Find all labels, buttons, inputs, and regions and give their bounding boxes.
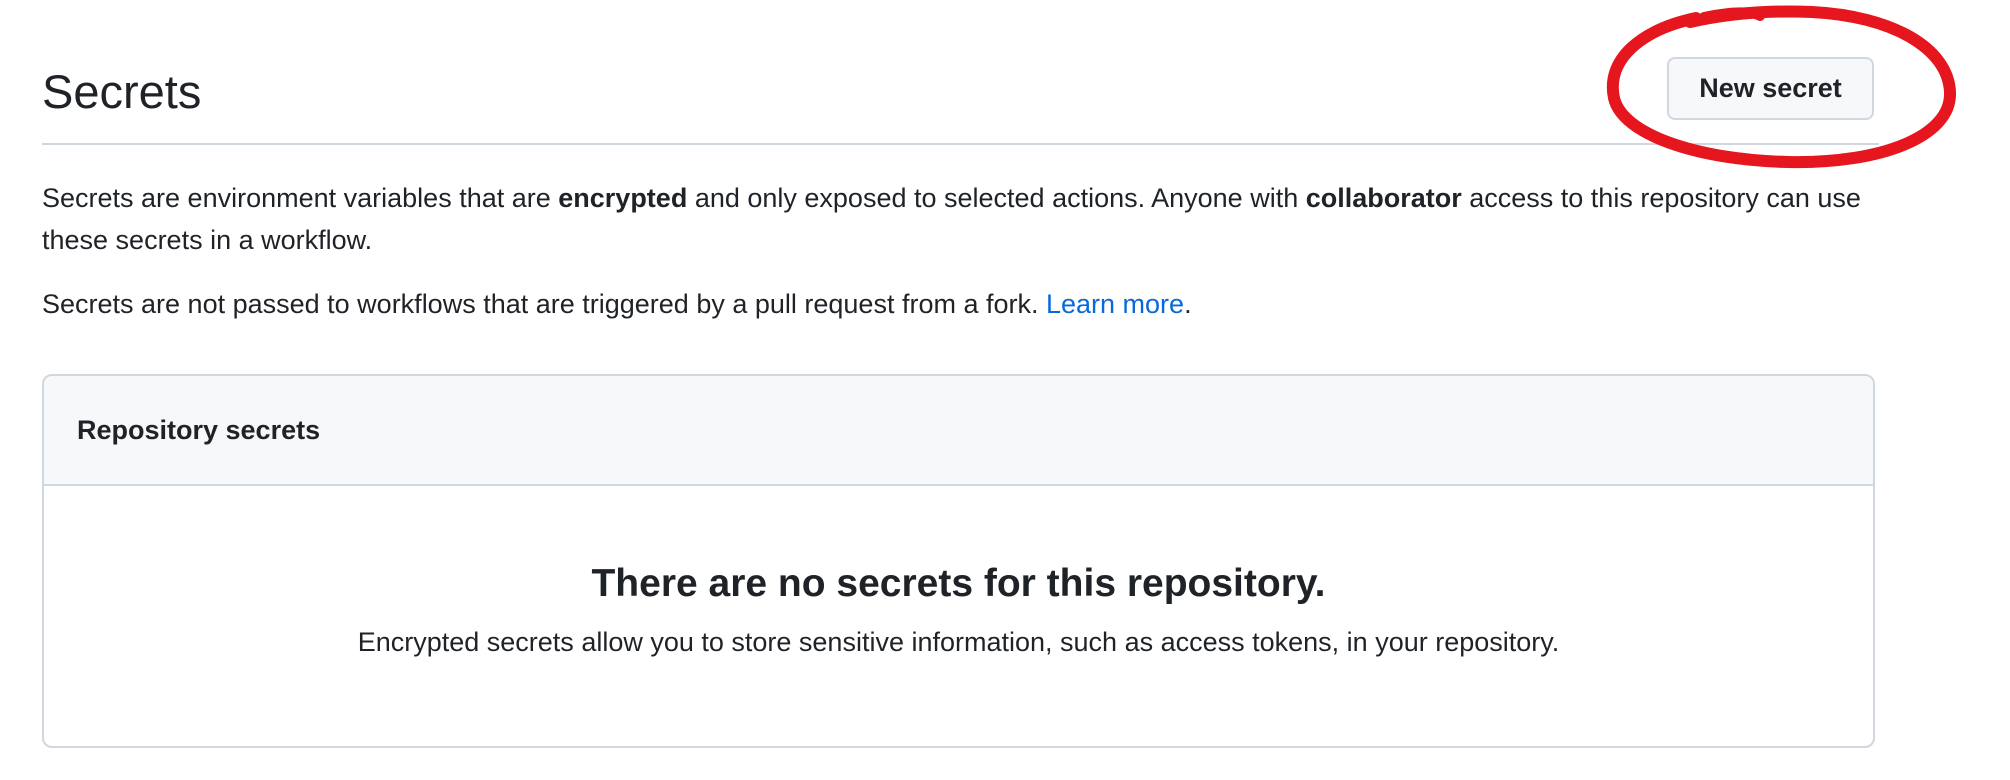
new-secret-button[interactable]: New secret (1667, 57, 1874, 120)
fork-note-text: Secrets are not passed to workflows that… (42, 289, 1046, 319)
collaborator-emphasis: collaborator (1305, 183, 1462, 213)
empty-state-title: There are no secrets for this repository… (591, 562, 1326, 605)
secrets-page: Secrets New secret Secrets are environme… (42, 0, 1879, 748)
repository-secrets-title: Repository secrets (77, 415, 321, 445)
repository-secrets-header: Repository secrets (44, 376, 1873, 486)
repository-secrets-box: Repository secrets There are no secrets … (42, 374, 1875, 748)
fork-note: Secrets are not passed to workflows that… (42, 283, 1879, 325)
encrypted-emphasis: encrypted (558, 183, 688, 213)
page-title: Secrets (42, 65, 202, 118)
empty-state-text: Encrypted secrets allow you to store sen… (357, 627, 1560, 657)
secrets-description: Secrets are environment variables that a… (42, 177, 1879, 261)
description-text: and only exposed to selected actions. An… (687, 183, 1306, 213)
learn-more-link[interactable]: Learn more (1046, 289, 1184, 319)
page-header: Secrets New secret (42, 0, 1879, 145)
fork-note-period: . (1184, 289, 1192, 319)
description-text: Secrets are environment variables that a… (42, 183, 559, 213)
